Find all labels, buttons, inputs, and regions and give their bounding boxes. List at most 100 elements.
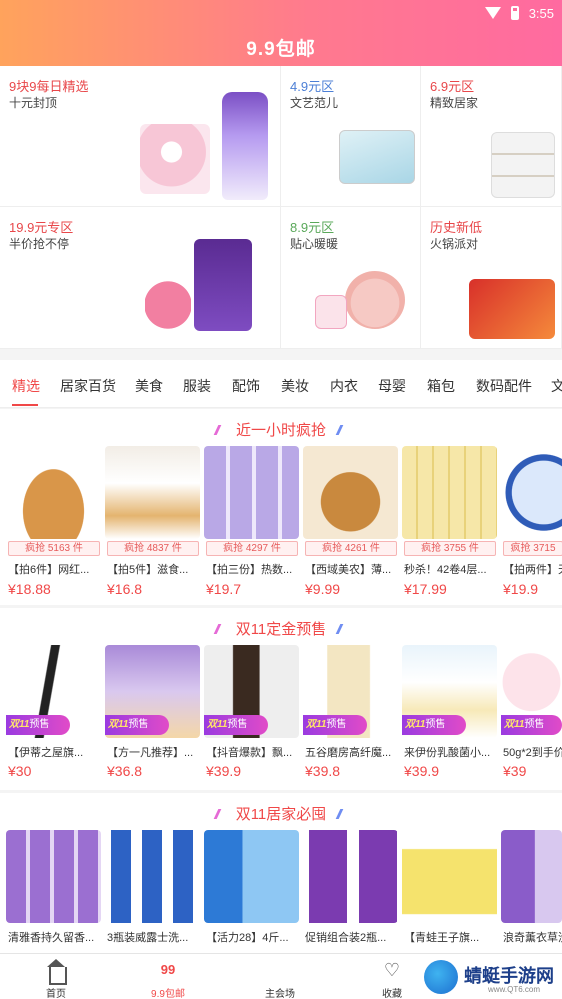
status-time: 3:55	[528, 5, 554, 21]
nav-home[interactable]: 首页	[16, 954, 96, 999]
promo-subtitle: 文艺范儿	[290, 96, 339, 110]
wifi-icon	[484, 7, 501, 19]
watermark: 蜻蜓手游网 www.QT6.com	[424, 958, 562, 998]
app-header: 3:55 9.9包邮	[0, 0, 562, 66]
slash-decoration	[213, 624, 227, 634]
presale-badge: 双11预售	[204, 715, 268, 735]
promo-cell-9-9[interactable]: 9块9每日精选 十元封顶	[0, 66, 281, 207]
presale-badge: 双11预售	[402, 715, 466, 735]
promo-image	[194, 239, 252, 331]
tab-underwear[interactable]: 内衣	[330, 376, 358, 396]
watermark-sub: www.QT6.com	[488, 985, 541, 994]
nav-favorites[interactable]: ♡ 收藏	[352, 954, 432, 999]
sold-count: 疯抢 4837 件	[107, 541, 199, 556]
product-name: 【拍两件】天	[503, 564, 562, 576]
promo-subtitle: 半价抢不停	[9, 237, 70, 251]
tab-stationery[interactable]: 文	[551, 376, 562, 396]
slash-decoration	[213, 425, 227, 435]
tab-home-goods[interactable]: 居家百货	[60, 376, 116, 396]
product-image	[6, 446, 101, 539]
product-price: ¥9.99	[305, 581, 341, 597]
product-price: ¥36.8	[107, 763, 143, 779]
product-image	[204, 830, 299, 923]
slash-decoration	[335, 624, 349, 634]
product-image	[204, 446, 299, 539]
product-name: 浪奇薰衣草洗	[503, 932, 562, 944]
promo-image	[491, 132, 555, 198]
nav-label: 收藏	[382, 989, 402, 999]
tab-bags[interactable]: 箱包	[427, 376, 455, 396]
product-price: ¥17.99	[404, 581, 447, 597]
product-image	[303, 446, 398, 539]
promo-title: 9块9每日精选	[9, 79, 89, 94]
promo-subtitle: 贴心暖暖	[290, 237, 339, 251]
99-icon: 99	[160, 962, 176, 977]
nav-label: 首页	[46, 989, 66, 999]
status-bar: 3:55	[484, 4, 554, 22]
sold-count: 疯抢 4261 件	[305, 541, 397, 556]
section-home-essentials: 双11居家必囤 清雅香持久留香... 3瓶装威露士洗... 【活力28】4斤..…	[0, 793, 562, 953]
product-price: ¥39.9	[404, 763, 440, 779]
product-image	[501, 830, 562, 923]
promo-image	[339, 130, 415, 184]
product-image	[105, 446, 200, 539]
section-title: 双11定金预售	[0, 618, 562, 639]
promo-subtitle: 火锅派对	[430, 237, 479, 251]
promo-grid: 9块9每日精选 十元封顶 4.9元区 文艺范儿 6.9元区 精致居家 19.9元…	[0, 66, 562, 349]
product-price: ¥16.8	[107, 581, 143, 597]
promo-image	[222, 92, 268, 200]
product-name: 五谷磨房高纤魔...	[305, 747, 392, 759]
promo-title: 6.9元区	[430, 79, 475, 94]
promo-cell-history-low[interactable]: 历史新低 火锅派对	[421, 207, 562, 349]
promo-title: 4.9元区	[290, 79, 335, 94]
promo-image	[140, 124, 210, 194]
promo-title: 8.9元区	[290, 220, 335, 235]
product-image	[105, 830, 200, 923]
tab-featured[interactable]: 精选	[12, 376, 40, 396]
product-name: 【拍6件】网红...	[8, 564, 90, 576]
product-price: ¥39	[503, 763, 527, 779]
promo-image	[345, 271, 405, 329]
product-price: ¥30	[8, 763, 32, 779]
promo-subtitle: 十元封顶	[9, 96, 58, 110]
product-name: 【抖音爆款】飘...	[206, 747, 293, 759]
product-name: 【拍三份】热数...	[206, 564, 293, 576]
promo-cell-19-9[interactable]: 19.9元专区 半价抢不停	[0, 207, 281, 349]
product-name: 【青蛙王子旗...	[404, 932, 480, 944]
nav-99[interactable]: 99 9.9包邮	[128, 954, 208, 999]
section-title-text: 近一小时疯抢	[235, 422, 326, 439]
promo-cell-6-9[interactable]: 6.9元区 精致居家	[421, 66, 562, 207]
product-image	[402, 830, 497, 923]
tab-accessories[interactable]: 配饰	[232, 376, 260, 396]
section-title-text: 双11定金预售	[235, 621, 327, 638]
product-price: ¥39.8	[305, 763, 341, 779]
sold-count: 疯抢 3715	[503, 541, 562, 556]
promo-cell-4-9[interactable]: 4.9元区 文艺范儿	[281, 66, 421, 207]
tab-baby[interactable]: 母婴	[378, 376, 406, 396]
home-icon-body	[49, 967, 67, 985]
tab-beauty[interactable]: 美妆	[281, 376, 309, 396]
slash-decoration	[335, 809, 349, 819]
product-name: 促销组合装2瓶...	[305, 932, 387, 944]
promo-cell-8-9[interactable]: 8.9元区 贴心暖暖	[281, 207, 421, 349]
section-hot-hour: 近一小时疯抢 疯抢 5163 件 【拍6件】网红... ¥18.88 疯抢 48…	[0, 409, 562, 605]
active-tab-indicator	[12, 404, 38, 406]
tab-food[interactable]: 美食	[135, 376, 163, 396]
product-price: ¥39.9	[206, 763, 242, 779]
nav-main-venue[interactable]: 主会场	[240, 954, 320, 999]
slash-decoration	[213, 809, 227, 819]
promo-image	[469, 279, 555, 339]
product-name: 秒杀！42卷4层...	[404, 564, 487, 576]
promo-subtitle: 精致居家	[430, 96, 479, 110]
nav-label: 9.9包邮	[151, 989, 185, 999]
product-price: ¥19.7	[206, 581, 242, 597]
product-price: ¥19.9	[503, 581, 539, 597]
product-name: 3瓶装威露士洗...	[107, 932, 189, 944]
product-name: 【方一凡推荐】...	[107, 747, 194, 759]
product-image	[303, 830, 398, 923]
product-price: ¥18.88	[8, 581, 51, 597]
tab-digital[interactable]: 数码配件	[476, 376, 532, 396]
home-icon	[47, 959, 65, 967]
tab-clothing[interactable]: 服装	[183, 376, 211, 396]
product-name: 清雅香持久留香...	[8, 932, 95, 944]
